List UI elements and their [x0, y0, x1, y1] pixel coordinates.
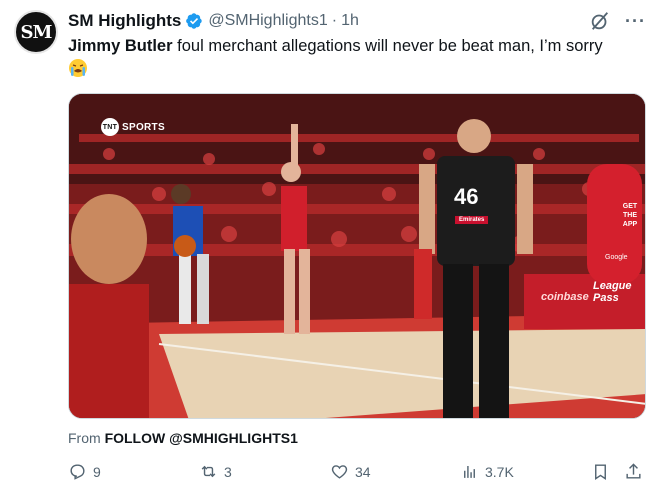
verified-badge-icon [185, 12, 203, 30]
reply-count: 9 [93, 463, 101, 480]
share-button[interactable] [624, 462, 643, 481]
arena-ad-google: Google [605, 254, 628, 261]
tweet-body: foul merchant allegations will never be … [172, 37, 603, 55]
repost-button[interactable]: 3 [199, 462, 232, 481]
tweet-actions: 9 3 34 3.7K [68, 462, 646, 484]
attribution-source-link[interactable]: FOLLOW @SMHIGHLIGHTS1 [105, 430, 298, 446]
reply-icon [70, 464, 85, 480]
like-count: 34 [355, 463, 371, 480]
tweet-media-video[interactable]: TNT SPORTS 46 Emirates GET THE APP Googl… [68, 93, 646, 419]
author-handle[interactable]: @SMHighlights1 [208, 12, 327, 30]
heart-icon [331, 465, 348, 479]
arena-ad-league-pass: League Pass [593, 280, 632, 304]
referee-jersey-number: 46 [454, 184, 479, 209]
tweet-header: SM Highlights @SMHighlights1 · 1h ··· [68, 10, 646, 32]
bookmark-button[interactable] [591, 462, 610, 481]
bookmark-icon [595, 464, 606, 480]
share-icon [626, 463, 641, 479]
tweet-timestamp[interactable]: 1h [341, 12, 359, 30]
crying-emoji-icon [68, 58, 88, 78]
view-count: 3.7K [485, 463, 514, 480]
tweet-text: Jimmy Butler foul merchant allegations w… [68, 36, 646, 57]
arena-ad-getapp: GET THE APP [622, 203, 638, 228]
repost-count: 3 [224, 463, 232, 480]
reply-button[interactable]: 9 [68, 462, 101, 481]
repost-icon [201, 465, 216, 478]
broadcaster-label: SPORTS [122, 121, 165, 133]
author-name[interactable]: SM Highlights [68, 11, 181, 31]
video-frame-illustration [69, 94, 645, 418]
broadcaster-logo: TNT SPORTS [101, 118, 165, 136]
views-chart-icon [464, 465, 475, 478]
more-options-icon[interactable]: ··· [625, 12, 646, 30]
like-button[interactable]: 34 [330, 462, 371, 481]
views-button[interactable]: 3.7K [460, 462, 514, 481]
media-attribution: From FOLLOW @SMHIGHLIGHTS1 [68, 430, 298, 446]
avatar[interactable]: SM [14, 10, 58, 54]
attribution-prefix: From [68, 430, 105, 446]
arena-ad-coinbase: coinbase [541, 291, 589, 303]
separator-dot: · [331, 12, 338, 29]
mentioned-name: Jimmy Butler [68, 37, 173, 55]
referee-jersey-patch: Emirates [455, 216, 489, 224]
tnt-badge: TNT [101, 118, 119, 136]
grok-icon[interactable] [589, 10, 611, 32]
